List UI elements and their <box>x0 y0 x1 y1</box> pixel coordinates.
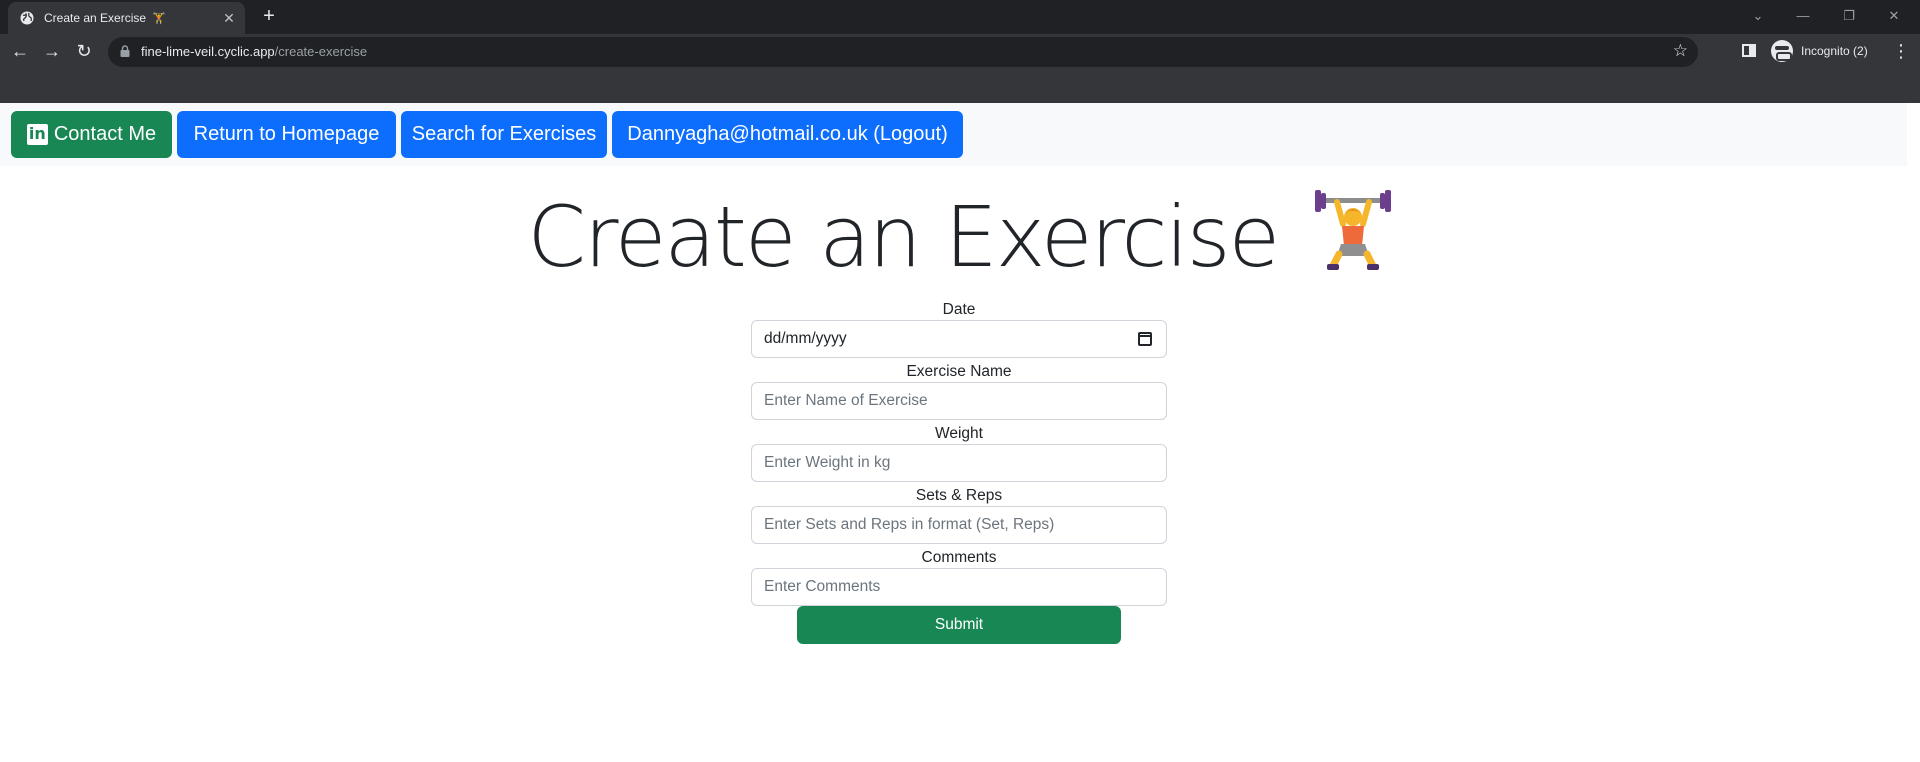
browser-tab-bar: Create an Exercise 🏋 ✕ + ⌄ — ❐ ✕ <box>0 0 1920 34</box>
lock-icon <box>120 45 130 57</box>
restore-icon[interactable]: ❐ <box>1839 6 1859 26</box>
more-icon[interactable]: ⋮ <box>1892 39 1910 63</box>
plus-icon[interactable]: + <box>258 6 280 28</box>
calendar-icon[interactable] <box>1138 332 1152 346</box>
exercise-name-placeholder: Enter Name of Exercise <box>764 392 928 409</box>
exercise-name-input[interactable]: Enter Name of Exercise <box>751 382 1167 420</box>
page-title: Create an Exercise <box>527 188 1280 286</box>
sets-reps-input[interactable]: Enter Sets and Reps in format (Set, Reps… <box>751 506 1167 544</box>
incognito-icon <box>1771 40 1793 62</box>
sets-reps-placeholder: Enter Sets and Reps in format (Set, Reps… <box>764 516 1055 533</box>
side-panel-icon[interactable] <box>1742 44 1756 57</box>
submit-button[interactable]: Submit <box>797 606 1121 644</box>
incognito-label: Incognito (2) <box>1801 44 1868 58</box>
logout-button[interactable]: Dannyagha@hotmail.co.uk (Logout) <box>612 111 963 158</box>
globe-icon <box>20 11 34 25</box>
tab-search-icon[interactable]: ⌄ <box>1748 6 1768 26</box>
page-viewport: in Contact Me Return to Homepage Search … <box>0 103 1920 762</box>
return-homepage-button[interactable]: Return to Homepage <box>177 111 396 158</box>
search-exercises-button[interactable]: Search for Exercises <box>401 111 607 158</box>
reload-icon[interactable]: ↻ <box>72 39 96 63</box>
page-heading: Create an Exercise <box>0 188 1920 286</box>
close-icon[interactable]: ✕ <box>221 10 237 26</box>
url-host: fine-lime-veil.cyclic.app <box>141 44 275 59</box>
window-close-icon[interactable]: ✕ <box>1884 6 1904 26</box>
back-arrow-icon[interactable]: ← <box>8 39 32 63</box>
linkedin-icon: in <box>26 124 48 145</box>
contact-me-label: Contact Me <box>53 123 157 145</box>
sets-reps-label: Sets & Reps <box>915 487 1003 504</box>
contact-me-button[interactable]: in Contact Me <box>11 111 172 158</box>
return-homepage-label: Return to Homepage <box>193 123 380 145</box>
weight-input[interactable]: Enter Weight in kg <box>751 444 1167 482</box>
comments-input[interactable]: Enter Comments <box>751 568 1167 606</box>
browser-tab[interactable]: Create an Exercise 🏋 ✕ <box>8 2 245 34</box>
forward-arrow-icon[interactable]: → <box>40 39 64 63</box>
site-navbar: in Contact Me Return to Homepage Search … <box>0 103 1907 166</box>
weight-label: Weight <box>935 425 983 442</box>
star-icon[interactable]: ☆ <box>1673 41 1688 61</box>
weightlifter-icon <box>1314 190 1391 270</box>
comments-placeholder: Enter Comments <box>764 578 881 595</box>
minimize-icon[interactable]: — <box>1793 6 1813 26</box>
date-label: Date <box>942 301 976 318</box>
exercise-name-label: Exercise Name <box>906 363 1012 380</box>
weight-placeholder: Enter Weight in kg <box>764 454 891 471</box>
comments-label: Comments <box>921 549 997 566</box>
browser-toolbar: ← → ↻ fine-lime-veil.cyclic.app/create-e… <box>0 34 1920 103</box>
create-exercise-form: Date dd/mm/yyyy Exercise Name Enter Name… <box>751 296 1167 644</box>
date-input[interactable]: dd/mm/yyyy <box>751 320 1167 358</box>
incognito-badge[interactable]: Incognito (2) <box>1771 39 1868 63</box>
tab-weightlifter-icon: 🏋 <box>152 12 166 25</box>
tab-title: Create an Exercise <box>44 11 147 25</box>
url-text: fine-lime-veil.cyclic.app/create-exercis… <box>141 44 367 59</box>
logout-label: Dannyagha@hotmail.co.uk (Logout) <box>627 123 948 145</box>
search-exercises-label: Search for Exercises <box>411 123 597 145</box>
url-path: /create-exercise <box>274 44 368 59</box>
address-bar[interactable]: fine-lime-veil.cyclic.app/create-exercis… <box>108 37 1698 67</box>
date-placeholder: dd/mm/yyyy <box>764 330 847 347</box>
